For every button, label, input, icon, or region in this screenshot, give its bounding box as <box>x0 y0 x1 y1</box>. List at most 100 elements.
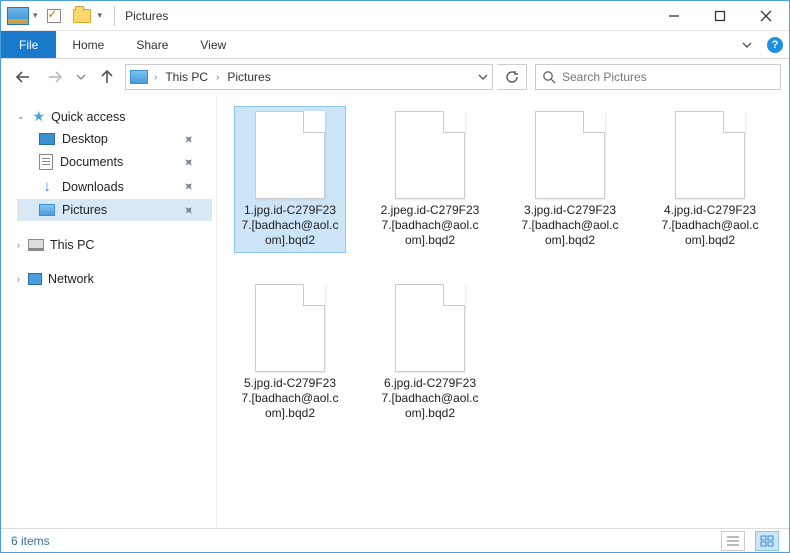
file-name: 6.jpg.id-C279F237.[badhach@aol.com].bqd2 <box>379 376 481 421</box>
sidebar-item-label: Downloads <box>62 180 124 194</box>
grid-icon <box>760 535 774 547</box>
this-pc-label: This PC <box>50 238 94 252</box>
file-icon <box>255 284 325 372</box>
pc-icon <box>28 239 44 251</box>
sidebar-item-documents[interactable]: Documents <box>17 150 212 174</box>
tab-home[interactable]: Home <box>56 31 120 58</box>
chevron-down-icon: ⌄ <box>17 111 25 122</box>
help-button[interactable]: ? <box>761 31 789 58</box>
tab-view[interactable]: View <box>184 31 242 58</box>
search-input[interactable]: Search Pictures <box>535 64 781 90</box>
breadcrumb-this-pc[interactable]: This PC <box>163 70 210 84</box>
window-controls <box>651 1 789 30</box>
forward-button[interactable] <box>41 63 69 91</box>
network-icon <box>28 273 42 285</box>
file-menu[interactable]: File <box>1 31 56 58</box>
minimize-icon <box>668 10 680 22</box>
status-bar: 6 items <box>1 528 789 552</box>
window-title: Pictures <box>121 9 168 23</box>
quick-access-label: Quick access <box>51 110 125 124</box>
quick-access-toolbar: ▾ ▾ <box>1 4 108 28</box>
file-icon <box>535 111 605 199</box>
minimize-button[interactable] <box>651 1 697 30</box>
pin-icon <box>181 202 197 218</box>
file-icon <box>255 111 325 199</box>
thumbnails-view-button[interactable] <box>755 531 779 551</box>
file-item[interactable]: 5.jpg.id-C279F237.[badhach@aol.com].bqd2 <box>235 280 345 425</box>
refresh-icon <box>505 70 519 84</box>
file-icon <box>395 111 465 199</box>
list-icon <box>726 535 740 547</box>
file-item[interactable]: 1.jpg.id-C279F237.[badhach@aol.com].bqd2 <box>235 107 345 252</box>
pin-icon <box>181 154 197 170</box>
sidebar-item-desktop[interactable]: Desktop <box>17 128 212 150</box>
chevron-right-icon[interactable]: › <box>214 72 221 83</box>
sidebar-item-pictures[interactable]: Pictures <box>17 199 212 221</box>
file-name: 3.jpg.id-C279F237.[badhach@aol.com].bqd2 <box>519 203 621 248</box>
item-count: 6 items <box>11 534 50 548</box>
chevron-right-icon: › <box>17 274 20 284</box>
search-placeholder: Search Pictures <box>562 70 647 84</box>
body: ⌄ ★ Quick access Desktop Documents ↓ Downlo… <box>1 95 789 528</box>
this-pc-item[interactable]: › This PC <box>17 235 212 255</box>
breadcrumb-pictures[interactable]: Pictures <box>225 70 272 84</box>
properties-toggle[interactable] <box>42 4 66 28</box>
sidebar-item-label: Pictures <box>62 203 107 217</box>
file-item[interactable]: 2.jpeg.id-C279F237.[badhach@aol.com].bqd… <box>375 107 485 252</box>
file-name: 2.jpeg.id-C279F237.[badhach@aol.com].bqd… <box>379 203 481 248</box>
arrow-up-icon <box>98 68 116 86</box>
back-button[interactable] <box>9 63 37 91</box>
sidebar-item-label: Documents <box>60 155 123 169</box>
file-item[interactable]: 3.jpg.id-C279F237.[badhach@aol.com].bqd2 <box>515 107 625 252</box>
pin-icon <box>181 131 197 147</box>
separator <box>114 6 115 26</box>
history-dropdown[interactable] <box>73 63 89 91</box>
chevron-down-icon[interactable] <box>478 72 488 82</box>
search-icon <box>542 70 556 84</box>
maximize-icon <box>714 10 726 22</box>
arrow-left-icon <box>14 68 32 86</box>
folder-icon <box>73 9 91 23</box>
ribbon-expand-button[interactable] <box>733 31 761 58</box>
down-icon: ↓ <box>39 178 55 195</box>
close-button[interactable] <box>743 1 789 30</box>
ribbon: File Home Share View ? <box>1 31 789 59</box>
chevron-down-icon <box>76 72 86 82</box>
chevron-down-icon <box>741 39 753 51</box>
details-view-button[interactable] <box>721 531 745 551</box>
new-folder-button[interactable] <box>70 4 94 28</box>
pin-icon <box>181 179 197 195</box>
file-icon <box>675 111 745 199</box>
star-icon: ★ <box>33 108 46 125</box>
qat-dropdown-icon[interactable]: ▾ <box>33 10 38 21</box>
checkbox-icon <box>47 9 61 23</box>
refresh-button[interactable] <box>497 64 527 90</box>
desktop-icon <box>39 133 55 145</box>
close-icon <box>760 10 772 22</box>
file-item[interactable]: 6.jpg.id-C279F237.[badhach@aol.com].bqd2 <box>375 280 485 425</box>
file-list[interactable]: 1.jpg.id-C279F237.[badhach@aol.com].bqd2… <box>217 95 789 528</box>
up-button[interactable] <box>93 63 121 91</box>
address-bar[interactable]: › This PC › Pictures <box>125 64 493 90</box>
network-label: Network <box>48 272 94 286</box>
chevron-right-icon: › <box>17 240 20 250</box>
docs-icon <box>39 154 53 170</box>
file-icon <box>395 284 465 372</box>
maximize-button[interactable] <box>697 1 743 30</box>
tab-share[interactable]: Share <box>120 31 184 58</box>
file-name: 5.jpg.id-C279F237.[badhach@aol.com].bqd2 <box>239 376 341 421</box>
qat-overflow-icon[interactable]: ▾ <box>98 10 103 21</box>
network-item[interactable]: › Network <box>17 269 212 289</box>
navigation-bar: › This PC › Pictures Search Pictures <box>1 59 789 95</box>
arrow-right-icon <box>46 68 64 86</box>
sidebar-item-label: Desktop <box>62 132 108 146</box>
chevron-right-icon[interactable]: › <box>152 72 159 83</box>
file-item[interactable]: 4.jpg.id-C279F237.[badhach@aol.com].bqd2 <box>655 107 765 252</box>
help-icon: ? <box>767 37 783 53</box>
navigation-pane: ⌄ ★ Quick access Desktop Documents ↓ Downlo… <box>1 95 217 528</box>
file-name: 4.jpg.id-C279F237.[badhach@aol.com].bqd2 <box>659 203 761 248</box>
sidebar-item-downloads[interactable]: ↓ Downloads <box>17 174 212 199</box>
location-icon <box>130 70 148 84</box>
title-bar: ▾ ▾ Pictures <box>1 1 789 31</box>
quick-access-header[interactable]: ⌄ ★ Quick access <box>17 105 212 128</box>
